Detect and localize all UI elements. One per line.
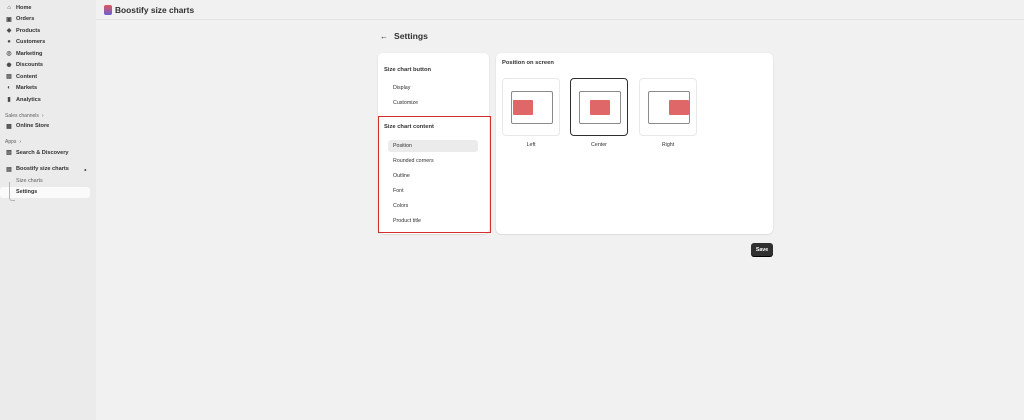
- target-icon: ◎: [6, 51, 12, 58]
- position-option-center[interactable]: [570, 78, 628, 136]
- discount-icon: ✺: [6, 62, 12, 69]
- screen-preview: [648, 91, 690, 124]
- store-icon: ▦: [6, 123, 12, 130]
- nav-products[interactable]: ◆ Products: [0, 25, 96, 37]
- app-title: Boostify size charts: [115, 4, 195, 15]
- app-logo-icon: [104, 4, 112, 15]
- position-option-right[interactable]: [639, 78, 697, 136]
- apps-label[interactable]: Apps ›: [0, 137, 96, 147]
- position-label-left: Left: [526, 142, 536, 148]
- page-title: Settings: [394, 31, 428, 41]
- save-button[interactable]: Save: [751, 243, 773, 256]
- bar-chart-icon: ▮: [7, 97, 11, 104]
- app-grid-icon: ▤: [6, 166, 12, 173]
- nav-marketing[interactable]: ◎ Marketing: [0, 48, 96, 60]
- nav-analytics[interactable]: ▮ Analytics: [0, 94, 96, 106]
- menu-item-font[interactable]: Font: [388, 185, 478, 197]
- back-arrow-icon[interactable]: ←: [380, 32, 388, 41]
- tree-connector: [9, 182, 15, 201]
- chart-preview-left: [513, 100, 533, 115]
- nav-home[interactable]: ⌂ Home: [0, 2, 96, 14]
- size-chart-button-group-title: Size chart button: [384, 67, 432, 73]
- nav-customers[interactable]: ● Customers: [0, 37, 96, 49]
- nav-search-discovery[interactable]: ▧ Search & Discovery: [0, 147, 96, 159]
- position-label-right: Right: [661, 142, 675, 148]
- search-discovery-icon: ▧: [6, 150, 12, 157]
- position-title: Position on screen: [502, 60, 554, 66]
- chart-preview-center: [590, 100, 610, 115]
- menu-item-display[interactable]: Display: [388, 82, 478, 94]
- nav-boostify-app[interactable]: ▤ Boostify size charts ◂: [0, 164, 96, 176]
- menu-item-customize[interactable]: Customize: [388, 97, 478, 109]
- nav-discounts[interactable]: ✺ Discounts: [0, 60, 96, 72]
- nav-content[interactable]: ▤ Content: [0, 71, 96, 83]
- page-header: ← Settings: [380, 31, 428, 41]
- size-chart-content-group-title: Size chart content: [384, 124, 434, 130]
- nav-online-store[interactable]: ▦ Online Store: [0, 121, 96, 133]
- pin-icon: ◂: [83, 166, 86, 172]
- menu-item-rounded-corners[interactable]: Rounded corners: [388, 155, 478, 167]
- topbar: Boostify size charts: [96, 0, 1024, 20]
- tag-icon: ◆: [6, 28, 12, 35]
- position-card: Position on screen Left Center Right: [496, 53, 773, 234]
- orders-icon: ▣: [6, 16, 12, 23]
- position-label-center: Center: [591, 142, 607, 148]
- sales-channels-label[interactable]: Sales channels ›: [0, 111, 96, 121]
- chevron-right-icon: ›: [41, 112, 44, 119]
- menu-item-position[interactable]: Position: [388, 140, 478, 152]
- menu-item-colors[interactable]: Colors: [388, 200, 478, 212]
- chart-preview-right: [669, 100, 689, 115]
- nav-orders[interactable]: ▣ Orders: [0, 14, 96, 26]
- position-option-left[interactable]: [502, 78, 560, 136]
- chevron-right-icon: ›: [19, 139, 22, 145]
- settings-menu-card: Size chart button Display Customize Size…: [378, 53, 489, 234]
- screen-preview: [579, 91, 621, 124]
- sidebar: ⌂ Home ▣ Orders ◆ Products ● Customers ◎ Mark…: [0, 0, 96, 420]
- person-icon: ●: [7, 39, 11, 46]
- content-icon: ▤: [6, 74, 12, 81]
- home-icon: ⌂: [7, 4, 11, 11]
- globe-icon: ◐: [7, 85, 11, 92]
- menu-item-product-title[interactable]: Product title: [388, 215, 478, 227]
- menu-item-outline[interactable]: Outline: [388, 170, 478, 182]
- nav-markets[interactable]: ◐ Markets: [0, 83, 96, 95]
- screen-preview: [511, 91, 553, 124]
